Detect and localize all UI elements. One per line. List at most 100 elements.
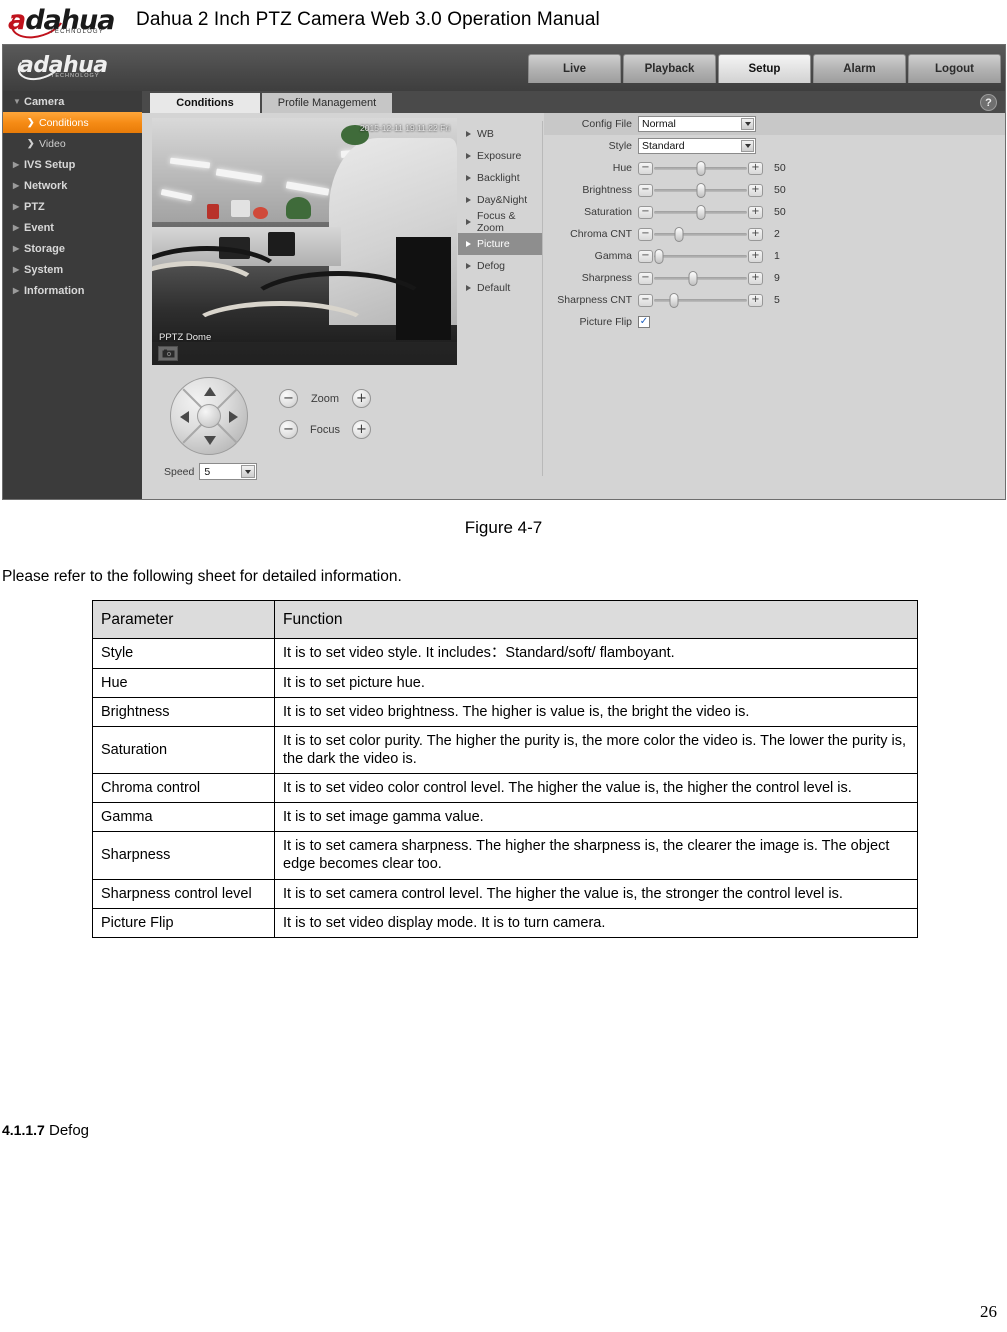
sharpness-cnt-decrease-button[interactable]: − [638, 293, 653, 307]
nav-alarm[interactable]: Alarm [813, 54, 906, 83]
config-file-select[interactable]: Normal [638, 116, 756, 132]
saturation-increase-button[interactable]: + [748, 205, 763, 219]
sidebar-group-camera[interactable]: ▼ Camera [3, 91, 142, 112]
zoom-out-button[interactable]: − [279, 389, 298, 408]
tab-profile-management[interactable]: Profile Management [262, 93, 392, 113]
sidebar-group-system[interactable]: ▶ System [3, 259, 142, 280]
sidebar-group-network[interactable]: ▶ Network [3, 175, 142, 196]
video-osd-timestamp: 2015-12-11 19:11:22 Fri [360, 123, 450, 133]
gamma-increase-button[interactable]: + [748, 249, 763, 263]
sharpness-increase-button[interactable]: + [748, 271, 763, 285]
conditions-item-label: Day&Night [477, 194, 528, 206]
brightness-track[interactable] [654, 182, 747, 198]
chroma-cnt-increase-button[interactable]: + [748, 227, 763, 241]
hue-knob[interactable] [696, 160, 705, 176]
conditions-item-default[interactable]: Default [458, 277, 542, 299]
nav-playback[interactable]: Playback [623, 54, 716, 83]
sharpness-cnt-slider[interactable]: − + [638, 292, 763, 308]
sidebar-group-ivs-setup[interactable]: ▶ IVS Setup [3, 154, 142, 175]
conditions-item-day-night[interactable]: Day&Night [458, 189, 542, 211]
sharpness-slider[interactable]: − + [638, 270, 763, 286]
sharpness-cnt-row: Sharpness CNT − + 5 [544, 289, 1005, 311]
conditions-item-defog[interactable]: Defog [458, 255, 542, 277]
saturation-slider[interactable]: − + [638, 204, 763, 220]
sidebar-group-information[interactable]: ▶ Information [3, 280, 142, 301]
chroma-cnt-slider[interactable]: − + [638, 226, 763, 242]
sharpness-cnt-track[interactable] [654, 292, 747, 308]
sidebar-group-ptz[interactable]: ▶ PTZ [3, 196, 142, 217]
brightness-increase-button[interactable]: + [748, 183, 763, 197]
chroma-cnt-knob[interactable] [674, 226, 684, 242]
zoom-label: Zoom [310, 392, 340, 405]
sharpness-cnt-value: 5 [774, 294, 780, 306]
table-header-function: Function [274, 599, 918, 640]
nav-live[interactable]: Live [528, 54, 621, 83]
chevron-down-icon[interactable] [741, 140, 754, 152]
ptz-direction-pad[interactable] [170, 377, 248, 455]
gamma-decrease-button[interactable]: − [638, 249, 653, 263]
focus-label: Focus [310, 423, 340, 436]
gamma-slider[interactable]: − + [638, 248, 763, 264]
brightness-knob[interactable] [696, 182, 705, 198]
ptz-right-button[interactable] [229, 411, 238, 423]
focus-near-button[interactable]: − [279, 420, 298, 439]
conditions-item-label: Exposure [477, 150, 522, 162]
conditions-item-exposure[interactable]: Exposure [458, 145, 542, 167]
sharpness-cnt-increase-button[interactable]: + [748, 293, 763, 307]
conditions-item-backlight[interactable]: Backlight [458, 167, 542, 189]
sharpness-decrease-button[interactable]: − [638, 271, 653, 285]
ptz-down-button[interactable] [204, 436, 216, 445]
saturation-track[interactable] [654, 204, 747, 220]
picture-flip-checkbox[interactable]: ✓ [638, 316, 650, 328]
chroma-cnt-track[interactable] [654, 226, 747, 242]
sharpness-cnt-knob[interactable] [669, 292, 679, 308]
saturation-decrease-button[interactable]: − [638, 205, 653, 219]
sharpness-knob[interactable] [688, 270, 698, 286]
hue-slider[interactable]: − + [638, 160, 763, 176]
chevron-down-icon[interactable] [241, 465, 256, 478]
ptz-left-button[interactable] [180, 411, 189, 423]
hue-decrease-button[interactable]: − [638, 161, 653, 175]
sidebar-item-label: Video [39, 137, 66, 150]
saturation-knob[interactable] [696, 204, 705, 220]
caret-right-icon: ▶ [13, 201, 20, 211]
conditions-item-wb[interactable]: WB [458, 123, 542, 145]
sidebar-group-event[interactable]: ▶ Event [3, 217, 142, 238]
chevron-down-icon[interactable] [741, 118, 754, 130]
web-ui-screenshot: adahua TECHNOLOGY Live Playback Setup Al… [2, 44, 1006, 500]
sharpness-value: 9 [774, 272, 780, 284]
zoom-in-button[interactable]: + [352, 389, 371, 408]
help-icon[interactable]: ? [980, 94, 997, 111]
nav-logout[interactable]: Logout [908, 54, 1001, 83]
caret-right-icon: ▶ [13, 264, 20, 274]
sidebar-group-storage[interactable]: ▶ Storage [3, 238, 142, 259]
sidebar-item-conditions[interactable]: ❯ Conditions [3, 112, 142, 133]
sidebar-group-label: Information [24, 284, 85, 297]
style-select[interactable]: Standard [638, 138, 756, 154]
zoom-control-row: − Zoom + [279, 389, 371, 408]
hue-increase-button[interactable]: + [748, 161, 763, 175]
brightness-slider[interactable]: − + [638, 182, 763, 198]
sidebar-item-video[interactable]: ❯ Video [3, 133, 142, 154]
video-preview[interactable]: 2015-12-11 19:11:22 Fri PPTZ Dome [152, 118, 457, 365]
caret-right-icon: ▶ [13, 243, 20, 253]
nav-setup[interactable]: Setup [718, 54, 811, 83]
ptz-center-button[interactable] [197, 404, 221, 428]
conditions-item-picture[interactable]: Picture [458, 233, 542, 255]
app-topbar: adahua TECHNOLOGY Live Playback Setup Al… [3, 45, 1005, 91]
focus-far-button[interactable]: + [352, 420, 371, 439]
page-title: Dahua 2 Inch PTZ Camera Web 3.0 Operatio… [136, 9, 600, 30]
ptz-up-button[interactable] [204, 387, 216, 396]
sidebar: ▼ Camera ❯ Conditions ❯ Video ▶ IVS Setu… [3, 91, 142, 499]
sharpness-track[interactable] [654, 270, 747, 286]
hue-track[interactable] [654, 160, 747, 176]
panel-body: 2015-12-11 19:11:22 Fri PPTZ Dome − Zoom… [142, 113, 1005, 499]
brightness-decrease-button[interactable]: − [638, 183, 653, 197]
conditions-item-focus-zoom[interactable]: Focus & Zoom [458, 210, 542, 234]
gamma-knob[interactable] [654, 248, 664, 264]
hue-label: Hue [612, 162, 632, 174]
chroma-cnt-decrease-button[interactable]: − [638, 227, 653, 241]
gamma-track[interactable] [654, 248, 747, 264]
tab-conditions[interactable]: Conditions [150, 93, 260, 113]
speed-select[interactable]: 5 [199, 463, 258, 480]
